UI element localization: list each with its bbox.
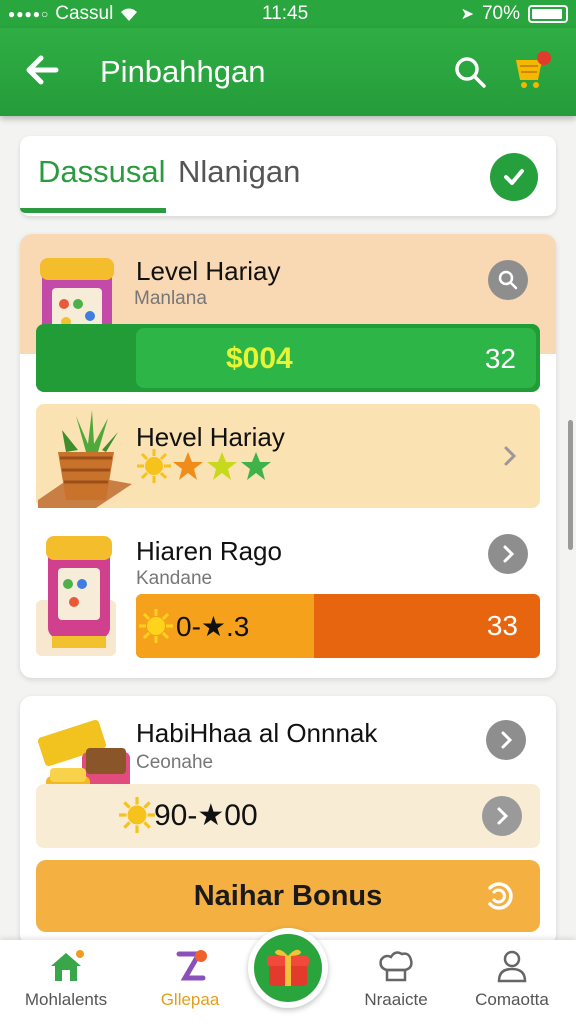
chef-hat-icon xyxy=(379,951,413,982)
level-amount: $004 xyxy=(226,342,293,375)
level-reward-bar[interactable]: 0-★.3 33 xyxy=(136,594,540,658)
offer-card: HabiHhaa al Onnnak Ceonahe 90-★00 Naihar… xyxy=(20,696,556,946)
nav-label: Comaotta xyxy=(475,990,549,1009)
bonus-button[interactable]: Naihar Bonus xyxy=(36,860,540,932)
status-right: ➤ 70% xyxy=(461,3,568,25)
nav-item-home[interactable]: Mohlalents xyxy=(6,948,126,1010)
offer-subtitle: Ceonahe xyxy=(136,752,214,773)
star-icon xyxy=(241,452,271,480)
pin-icon xyxy=(176,950,207,981)
offer-reward-arrow[interactable] xyxy=(482,796,522,836)
status-bar: ●●●●○ Cassul 11:45 ➤ 70% xyxy=(0,0,576,28)
carrier-name: Cassul xyxy=(55,3,114,24)
nav-item-gift[interactable] xyxy=(248,928,328,1008)
level-subtitle: Manlana xyxy=(134,288,207,309)
sun-star-icon xyxy=(139,609,173,643)
chevron-right-icon xyxy=(501,731,513,749)
level-title: Level Hariay xyxy=(136,256,281,286)
level-subtitle: Kandane xyxy=(136,568,213,589)
signal-dots-icon: ●●●●○ xyxy=(8,7,50,21)
offer-arrow-button[interactable] xyxy=(486,720,526,760)
chevron-right-icon xyxy=(497,807,509,825)
level-count: 33 xyxy=(486,610,518,641)
bonus-label: Naihar Bonus xyxy=(193,880,383,912)
chevron-right-icon xyxy=(503,545,515,563)
wifi-icon xyxy=(121,8,138,21)
tab-header: Dassusal Nlanigan xyxy=(20,136,556,216)
nav-label: Gllepaa xyxy=(160,990,220,1009)
bottom-nav: Mohlalents Gllepaa Nraaicte Comaotta xyxy=(0,928,576,1024)
level-count: 32 xyxy=(484,343,516,374)
star-rating xyxy=(136,448,276,484)
offer-reward-row[interactable]: 90-★00 xyxy=(36,784,540,848)
app-bar: Pinbahhgan xyxy=(0,28,576,116)
star-icon xyxy=(207,452,237,480)
check-button[interactable] xyxy=(490,153,538,201)
sun-star-icon xyxy=(119,797,155,833)
arcade-machine-icon xyxy=(36,536,116,656)
offer-title: HabiHhaa al Onnnak xyxy=(136,718,378,748)
scrollbar[interactable] xyxy=(568,420,573,550)
level-reward-bar[interactable]: $004 32 xyxy=(36,324,540,392)
level-item[interactable]: Hiaren Rago Kandane 0-★.3 33 xyxy=(36,518,540,662)
nav-label: Mohlalents xyxy=(24,990,108,1009)
nav-item-pin[interactable]: Gllepaa xyxy=(130,948,250,1010)
status-time: 11:45 xyxy=(262,3,309,24)
tab-indicator xyxy=(20,208,166,213)
level-reward-inner: $004 32 xyxy=(136,328,536,388)
tab-active[interactable]: Dassusal xyxy=(38,154,166,190)
refresh-icon xyxy=(488,882,513,910)
cart-icon[interactable] xyxy=(512,48,556,92)
level-search-button[interactable] xyxy=(488,260,528,300)
gift-icon xyxy=(267,949,309,986)
magnifier-icon xyxy=(498,270,518,290)
level-title: Hiaren Rago xyxy=(136,536,282,566)
level-arrow-button[interactable] xyxy=(488,534,528,574)
back-arrow-icon[interactable] xyxy=(22,50,62,90)
tab-other[interactable]: Nlanigan xyxy=(178,154,300,190)
level-reward: 0-★.3 xyxy=(176,611,250,642)
nav-item-profile[interactable]: Comaotta xyxy=(452,948,572,1010)
offer-reward: 90-★00 xyxy=(154,799,258,832)
sun-star-icon xyxy=(137,449,171,483)
search-icon[interactable] xyxy=(452,54,488,90)
location-icon: ➤ xyxy=(460,6,474,23)
star-icon xyxy=(173,452,203,480)
nav-item-chef[interactable]: Nraaicte xyxy=(336,948,456,1010)
profile-icon xyxy=(497,950,527,983)
battery-icon xyxy=(528,5,568,23)
plant-pot-icon xyxy=(38,410,132,508)
battery-percent: 70% xyxy=(481,3,520,24)
page-title: Pinbahhgan xyxy=(100,54,266,89)
level-item[interactable]: Hevel Hariay xyxy=(36,404,540,508)
status-left: ●●●●○ Cassul xyxy=(8,3,139,25)
check-icon xyxy=(504,169,524,185)
home-icon xyxy=(51,950,84,981)
levels-card: Level Hariay Manlana $004 32 Hevel Haria… xyxy=(20,234,556,678)
chevron-right-icon[interactable] xyxy=(498,444,522,468)
nav-label: Nraaicte xyxy=(364,990,428,1009)
